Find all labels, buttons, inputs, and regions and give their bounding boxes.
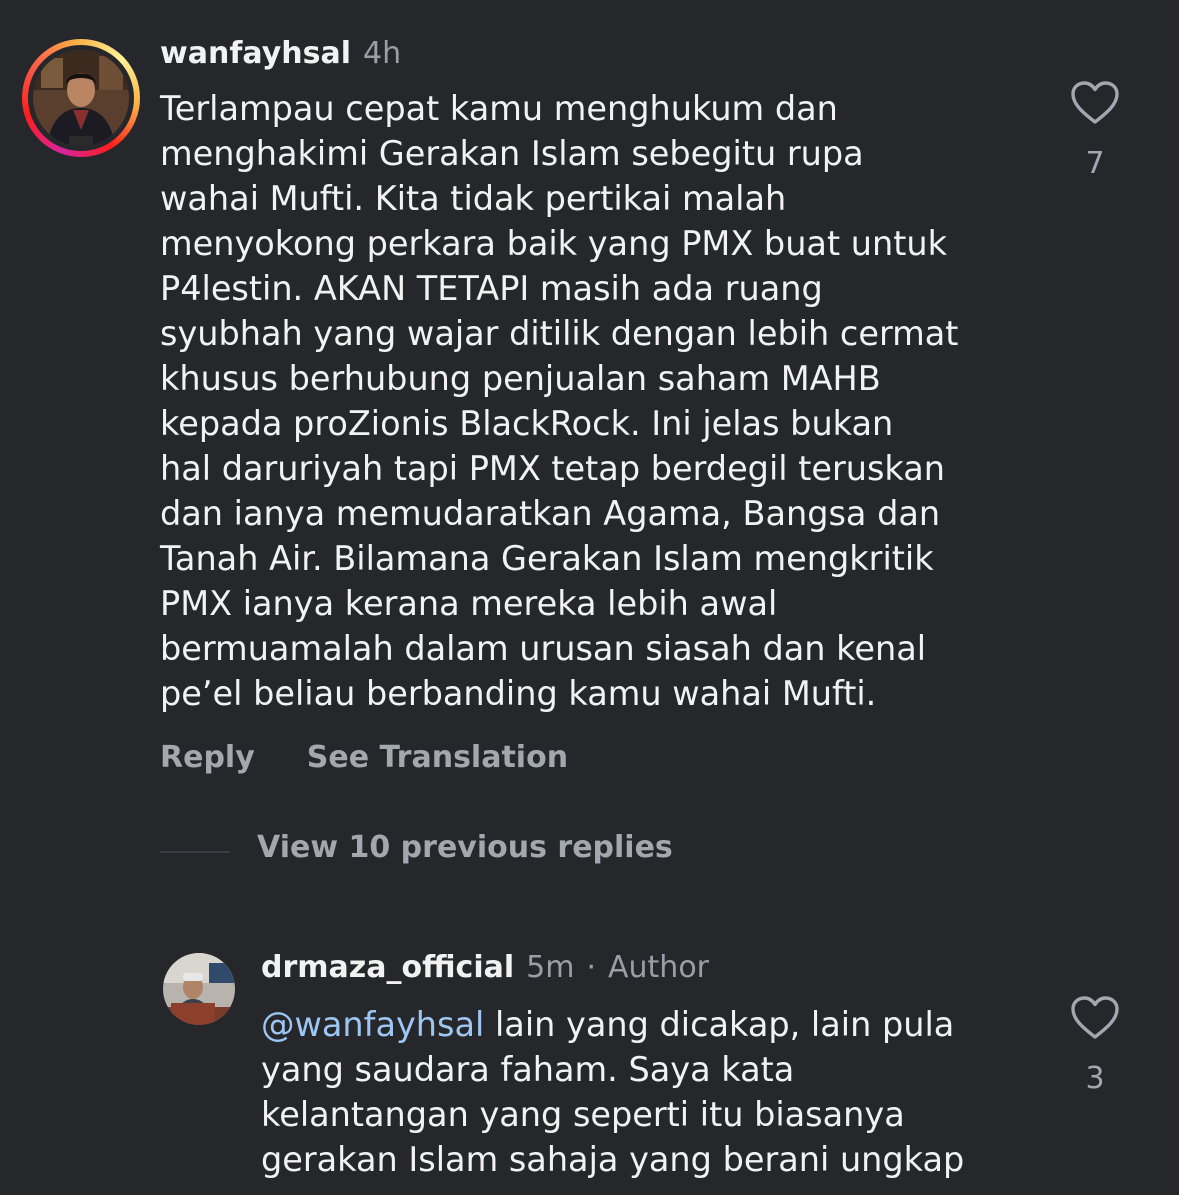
- comment-line: menyokong perkara baik yang PMX buat unt…: [160, 224, 947, 263]
- like-count: 3: [1085, 1061, 1105, 1096]
- reply-button[interactable]: Reply: [160, 740, 255, 775]
- comment-body: Terlampau cepat kamu menghukum dan mengh…: [160, 86, 1040, 716]
- author-badge: Author: [608, 950, 710, 985]
- reply-line: gerakan Islam sahaja yang berani ungkap: [261, 1140, 965, 1179]
- view-previous-replies-button[interactable]: View 10 previous replies: [257, 830, 673, 865]
- comment-line: bermuamalah dalam urusan siasah dan kena…: [160, 629, 927, 668]
- comment-line: Terlampau cepat kamu menghukum dan: [160, 89, 838, 128]
- see-translation-button[interactable]: See Translation: [307, 740, 568, 775]
- replies-divider: [160, 851, 230, 853]
- comment-line: hal daruriyah tapi PMX tetap berdegil te…: [160, 449, 945, 488]
- story-ring[interactable]: [22, 39, 140, 157]
- reply-username[interactable]: drmaza_official: [261, 950, 514, 985]
- comment-line: P4lestin. AKAN TETAPI masih ada ruang: [160, 269, 823, 308]
- comment-line: menghakimi Gerakan Islam sebegitu rupa: [160, 134, 864, 173]
- comment-line: kepada proZionis BlackRock. Ini jelas bu…: [160, 404, 894, 443]
- comment-line: syubhah yang wajar ditilik dengan lebih …: [160, 314, 959, 353]
- comment-line: dan ianya memudaratkan Agama, Bangsa dan: [160, 494, 941, 533]
- reply-header: drmaza_official 5m · Author: [261, 950, 709, 990]
- avatar[interactable]: [33, 50, 129, 146]
- comment-line: Tanah Air. Bilamana Gerakan Islam mengkr…: [160, 539, 934, 578]
- reply-avatar[interactable]: [163, 953, 235, 1025]
- mention-link[interactable]: @wanfayhsal: [261, 1005, 484, 1044]
- reply-line: kelantangan yang seperti itu biasanya: [261, 1095, 905, 1134]
- reply-line-text: lain yang dicakap, lain pula: [484, 1005, 955, 1044]
- reply-timestamp: 5m: [526, 950, 575, 985]
- comment-line: PMX ianya kerana mereka lebih awal: [160, 584, 778, 623]
- comment-line: pe’el beliau berbanding kamu wahai Mufti…: [160, 674, 877, 713]
- separator-dot: ·: [586, 950, 596, 985]
- reply-line: yang saudara faham. Saya kata: [261, 1050, 795, 1089]
- reply-like: 3: [1065, 995, 1125, 1096]
- comment-header: wanfayhsal 4h: [160, 36, 401, 76]
- reply-body: @wanfayhsal lain yang dicakap, lain pula…: [261, 1002, 1051, 1182]
- comment-line: khusus berhubung penjualan saham MAHB: [160, 359, 881, 398]
- like-count: 7: [1085, 146, 1105, 181]
- comments-screen: wanfayhsal 4h Terlampau cepat kamu mengh…: [0, 0, 1179, 1195]
- heart-outline-icon[interactable]: [1070, 80, 1120, 126]
- avatar-photo-icon: [33, 50, 129, 146]
- heart-outline-icon[interactable]: [1070, 995, 1120, 1041]
- reply-line: @wanfayhsal lain yang dicakap, lain pula: [261, 1002, 1051, 1047]
- avatar-photo-icon: [163, 953, 235, 1025]
- comment-line: wahai Mufti. Kita tidak pertikai malah: [160, 179, 787, 218]
- comment-username[interactable]: wanfayhsal: [160, 36, 351, 71]
- comment-timestamp: 4h: [363, 36, 402, 71]
- comment-actions: Reply See Translation: [160, 740, 568, 775]
- comment-like: 7: [1065, 80, 1125, 181]
